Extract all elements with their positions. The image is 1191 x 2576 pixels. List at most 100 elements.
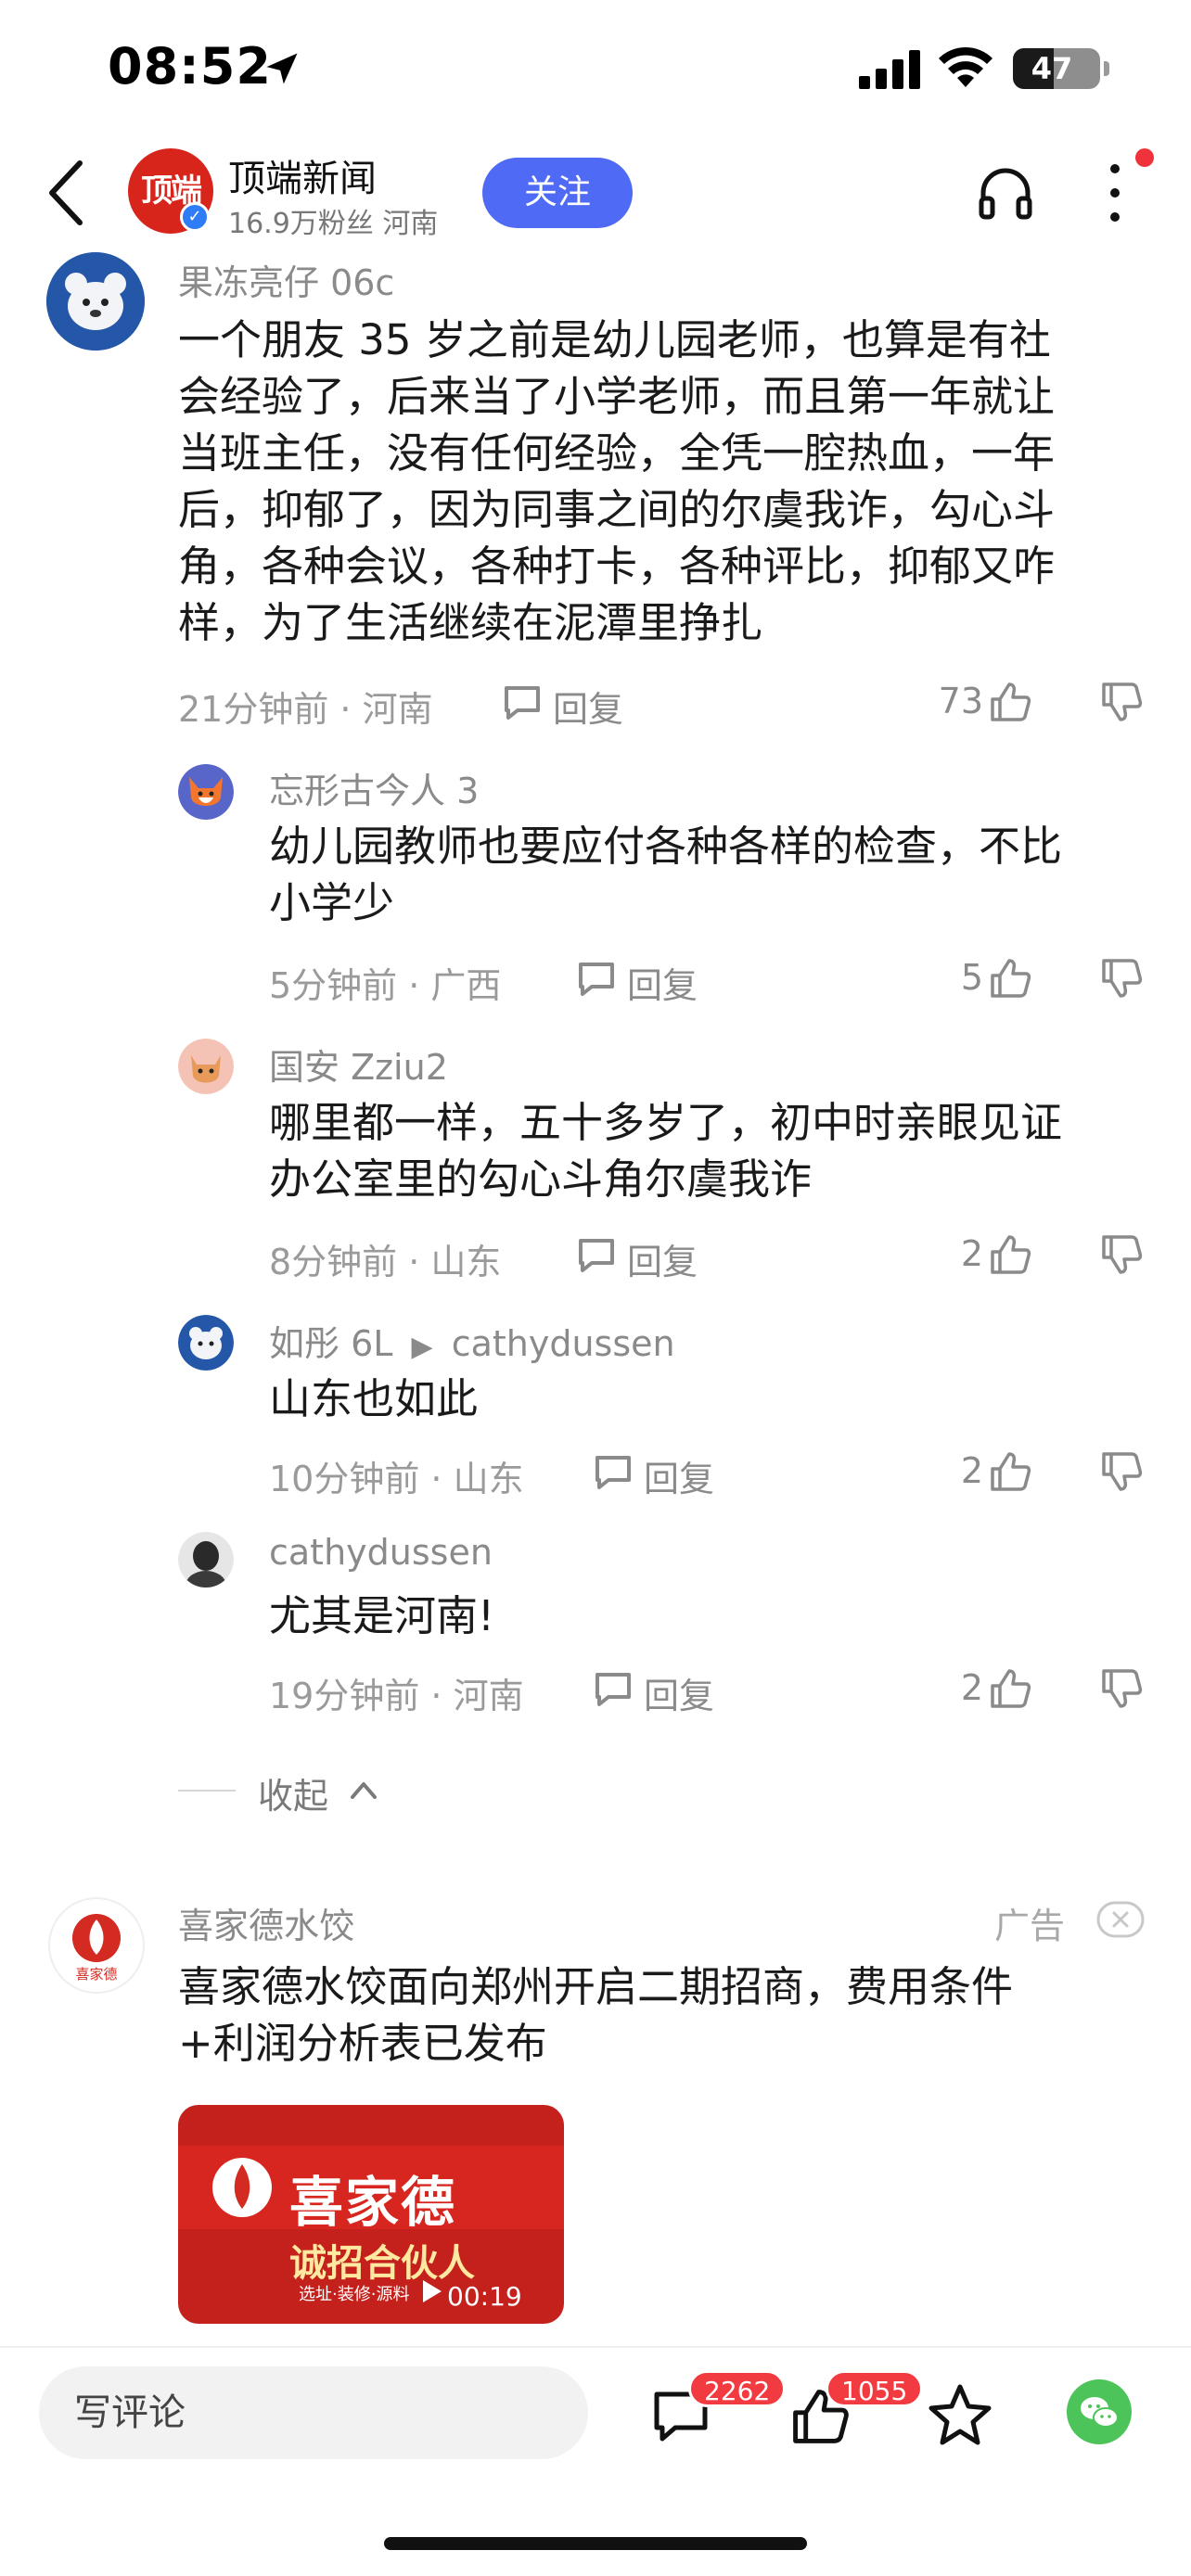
like-count-badge: 1055 [826,2370,924,2407]
location-arrow-icon [266,53,298,84]
like-count: 2 [960,1667,983,1708]
thumbnail-subtext: 选址·装修·源料 [299,2285,410,2304]
follow-button[interactable]: 关注 [482,158,633,228]
like-count: 2 [960,1233,983,1274]
reply-content: 哪里都一样，五十多岁了，初中时亲眼见证 办公室里的勾心斗角尔虞我诈 [269,1094,1062,1207]
dislike-icon[interactable] [1100,1450,1143,1493]
avatar[interactable] [46,252,145,351]
reply-meta: 5分钟前 · 广西 [269,965,502,1006]
dislike-icon[interactable] [1100,681,1143,723]
reply-username: 如彤 6L ▶ cathydussen [269,1315,675,1366]
reply-meta: 10分钟前 · 山东 [269,1459,524,1499]
wechat-glyph [1081,2397,1119,2428]
reply-content: 幼儿园教师也要应付各种各样的检查，不比 小学少 [269,818,1062,931]
battery-percent: 47 [1031,51,1073,86]
comment-username[interactable]: 果冻亮仔 06c [178,254,394,305]
ad-advertiser[interactable]: 喜家德水饺 [178,1897,354,1948]
dislike-icon[interactable] [1100,1667,1143,1710]
status-bar: 08:52 47 [0,0,1191,139]
comment-line: 会经验了，后来当了小学老师，而且第一年就让 [178,372,1056,421]
like-icon[interactable] [989,1667,1031,1710]
comment-line: 一个朋友 35 岁之前是幼儿园老师，也算是有社 [178,315,1051,364]
reply-to-username[interactable]: cathydussen [452,1323,675,1364]
comment-content: 一个朋友 35 岁之前是幼儿园老师，也算是有社 会经验了，后来当了小学老师，而且… [178,312,1055,651]
reply-username[interactable]: 忘形古今人 3 [269,762,479,813]
reply-icon[interactable] [592,1669,634,1710]
verified-icon: ✓ [180,202,210,232]
ad-avatar[interactable]: 喜家德 [48,1897,145,1994]
reply-username[interactable]: cathydussen [269,1532,493,1573]
reply-username[interactable]: 国安 Zziu2 [269,1039,448,1090]
reply-line: 哪里都一样，五十多岁了，初中时亲眼见证 [269,1098,1063,1147]
signal-icon [859,50,920,89]
reply-line: 山东也如此 [269,1374,479,1423]
reply-content: 尤其是河南! [269,1588,494,1644]
bear-avatar-icon [178,1315,234,1371]
cat-avatar-icon [178,1039,234,1094]
ad-avatar-text: 喜家德 [75,1966,117,1983]
ad-video-thumbnail[interactable]: 喜家德 诚招合伙人 选址·装修·源料 00:19 [178,2105,564,2324]
reply-button[interactable]: 回复 [644,1667,714,1718]
reply-icon[interactable] [575,959,618,1000]
star-icon[interactable] [928,2383,992,2446]
reply-username-text[interactable]: 如彤 6L [269,1323,392,1364]
bear-avatar-icon [46,252,145,351]
play-icon[interactable] [417,2277,445,2305]
ad-content[interactable]: 喜家德水饺面向郑州开启二期招商，费用条件 +利润分析表已发布 [178,1958,1013,2072]
comment-line: 角，各种会议，各种打卡，各种评比，抑郁又咋 [178,542,1056,591]
thumbnail-banner: 诚招合伙人 [289,2242,475,2285]
like-icon[interactable] [989,957,1031,1000]
more-icon[interactable] [1102,159,1128,226]
comment-line: 后，抑郁了，因为同事之间的尔虞我诈，勾心斗 [178,485,1056,534]
reply-icon[interactable] [501,682,544,723]
back-icon[interactable] [45,158,89,228]
like-count: 73 [938,681,983,721]
headphone-icon[interactable] [976,163,1035,223]
avatar[interactable] [178,1315,234,1371]
avatar[interactable] [178,1532,234,1588]
ad-line: +利润分析表已发布 [178,2019,547,2068]
collapse-divider [178,1790,236,1792]
comment-line: 当班主任，没有任何经验，全凭一腔热血，一年 [178,428,1056,478]
reply-meta: 19分钟前 · 河南 [269,1676,524,1716]
avatar[interactable] [178,764,234,820]
account-name[interactable]: 顶端新闻 [228,148,377,202]
battery-cap [1104,61,1109,76]
close-icon[interactable] [1096,1901,1145,1938]
like-icon[interactable] [989,1450,1031,1493]
like-icon[interactable] [989,1233,1031,1276]
reply-line: 办公室里的勾心斗角尔虞我诈 [269,1154,813,1204]
notification-dot [1135,148,1154,167]
reply-meta: 8分钟前 · 山东 [269,1242,502,1282]
reply-content: 山东也如此 [269,1371,478,1427]
reply-button[interactable]: 回复 [627,1233,698,1284]
like-icon[interactable] [989,681,1031,723]
chevron-up-icon[interactable] [347,1775,380,1804]
battery-icon: 47 [1013,48,1100,89]
reply-button[interactable]: 回复 [627,957,698,1008]
brand-logo-icon [212,2158,272,2217]
dislike-icon[interactable] [1100,1233,1143,1276]
comment-count-badge: 2262 [688,2370,787,2407]
comment-meta: 21分钟前 · 河南 [178,689,433,730]
home-indicator [384,2537,807,2550]
wifi-icon [939,46,992,87]
status-time: 08:52 [108,37,272,96]
thumbnail-brand: 喜家德 [289,2171,457,2234]
avatar[interactable] [178,1039,234,1094]
reply-to-arrow-icon: ▶ [411,1331,433,1363]
video-duration: 00:19 [447,2281,522,2312]
reply-line: 尤其是河南! [269,1591,495,1640]
comment-line: 样，为了生活继续在泥潭里挣扎 [178,598,763,647]
dislike-icon[interactable] [1100,957,1143,1000]
reply-icon[interactable] [592,1452,634,1493]
wechat-icon[interactable] [1067,2379,1132,2444]
reply-button[interactable]: 回复 [644,1450,714,1501]
account-meta: 16.9万粉丝 河南 [228,208,439,240]
collapse-button[interactable]: 收起 [258,1767,328,1818]
reply-button[interactable]: 回复 [553,681,623,732]
reply-icon[interactable] [575,1235,618,1276]
like-count: 2 [960,1450,983,1491]
reply-line: 幼儿园教师也要应付各种各样的检查，不比 [269,822,1063,871]
write-comment-input[interactable]: 写评论 [39,2366,588,2459]
